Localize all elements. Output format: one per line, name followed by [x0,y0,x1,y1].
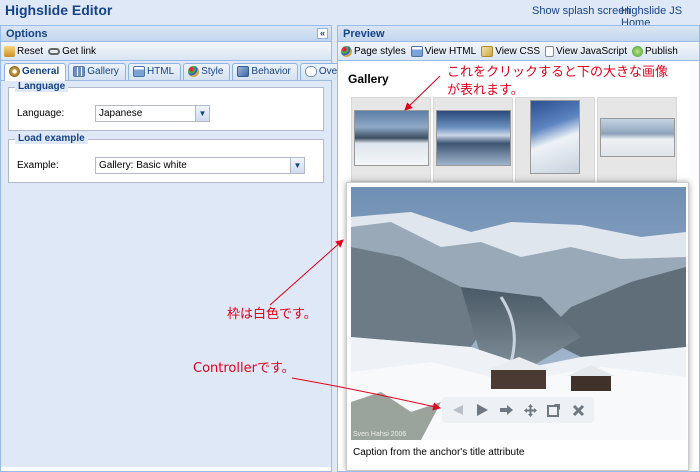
example-select-value: Gallery: Basic white [99,159,187,171]
tab-general-label: General [22,66,60,77]
language-select[interactable]: Japanese ▼ [95,104,210,122]
preview-panel-header: Preview [338,26,699,42]
language-fieldset: Language Language: Japanese ▼ [8,81,324,131]
view-javascript-button[interactable]: View JavaScript [545,45,628,57]
close-icon[interactable] [570,402,586,418]
tab-style[interactable]: Style [183,63,231,80]
image-caption: Caption from the anchor's title attribut… [353,447,525,458]
palette-icon [188,66,200,77]
thumbnail-annotation-line2: が表れます。 [447,83,524,98]
view-javascript-label: View JavaScript [556,45,628,57]
html-icon [410,45,423,57]
link-icon [48,47,61,55]
reset-button[interactable]: Reset [4,45,44,57]
gear-icon [9,66,20,77]
gallery-thumbnail-cell[interactable] [433,97,513,182]
options-panel-title: Options [6,28,48,40]
top-bar: Highslide Editor Show splash screen High… [0,0,700,29]
photo-credit: Sven Hahsi 2006 [353,431,407,438]
next-icon[interactable] [498,402,514,418]
language-label: Language: [17,107,65,119]
expanded-image[interactable]: Sven Hahsi 2006 [351,187,686,440]
behavior-icon [237,66,250,77]
options-panel-header: Options « [1,26,331,42]
border-annotation: 枠は白色です。 [227,307,317,322]
css-icon [481,45,494,57]
gallery-title: Gallery [348,72,389,86]
view-html-label: View HTML [424,45,477,57]
page-styles-label: Page styles [354,45,406,57]
language-select-value: Japanese [99,107,143,119]
tab-gallery[interactable]: Gallery [68,63,126,80]
javascript-icon [545,45,555,57]
example-select[interactable]: Gallery: Basic white ▼ [95,156,305,174]
full-size-icon[interactable] [546,402,562,418]
view-css-label: View CSS [495,45,541,57]
gallery-thumbnail-cell[interactable] [597,97,677,182]
palette-icon [341,45,352,57]
controller-annotation: Controllerです。 [193,361,295,376]
tab-html-label: HTML [146,66,175,77]
gallery-thumbnail-cell[interactable] [351,97,431,182]
tab-style-label: Style [201,66,224,77]
reset-icon [4,45,15,57]
tab-gallery-label: Gallery [87,66,119,77]
highslide-expander[interactable]: Sven Hahsi 2006 Caption from the anchor'… [346,182,689,471]
publish-icon [632,45,644,57]
preview-area: Gallery Sven Hahsi 2006 Caption from the… [338,63,699,471]
tab-html[interactable]: HTML [127,63,182,80]
options-tabs: General Gallery HTML Style Behavior Over… [1,61,366,81]
general-tab-body: Language Language: Japanese ▼ Load examp… [1,81,331,467]
thumbnail-annotation-line1: これをクリックすると下の大きな画像 [447,65,669,80]
chevron-down-icon[interactable]: ▼ [195,105,209,121]
play-icon[interactable] [474,402,490,418]
get-link-label: Get link [62,45,97,57]
show-splash-screen-link[interactable]: Show splash screen [532,5,630,17]
options-panel: Options « Reset Get link General Gallery… [0,25,366,472]
grid-icon [73,66,86,77]
gallery-thumbnail[interactable] [354,110,429,166]
previous-icon[interactable] [450,402,466,418]
view-css-button[interactable]: View CSS [481,45,541,57]
get-link-button[interactable]: Get link [48,46,96,57]
load-example-fieldset: Load example Example: Gallery: Basic whi… [8,133,324,183]
options-toolbar: Reset Get link [1,42,331,61]
page-styles-button[interactable]: Page styles [341,45,406,57]
preview-panel-title: Preview [343,28,385,40]
tab-behavior[interactable]: Behavior [232,63,298,80]
app-title: Highslide Editor [5,2,113,18]
language-legend: Language [15,81,69,92]
gallery-thumbnail[interactable] [600,118,675,157]
gallery-thumbnail[interactable] [436,110,511,166]
publish-label: Publish [645,45,678,57]
speech-bubble-icon [304,66,317,77]
highslide-controller[interactable] [442,397,594,423]
publish-button[interactable]: Publish [632,45,678,57]
chevron-down-icon[interactable]: ▼ [290,157,304,173]
gallery-thumbnail[interactable] [530,100,580,174]
html-icon [132,66,145,77]
preview-toolbar: Page styles View HTML View CSS View Java… [338,42,699,61]
gallery-thumbnail-cell[interactable] [515,97,595,182]
example-label: Example: [17,159,59,171]
view-html-button[interactable]: View HTML [410,45,477,57]
collapse-panel-button[interactable]: « [317,28,328,39]
tab-general[interactable]: General [4,63,67,81]
load-example-legend: Load example [15,133,88,144]
tab-behavior-label: Behavior [251,66,291,77]
move-icon[interactable] [522,402,538,418]
reset-label: Reset [17,45,44,57]
